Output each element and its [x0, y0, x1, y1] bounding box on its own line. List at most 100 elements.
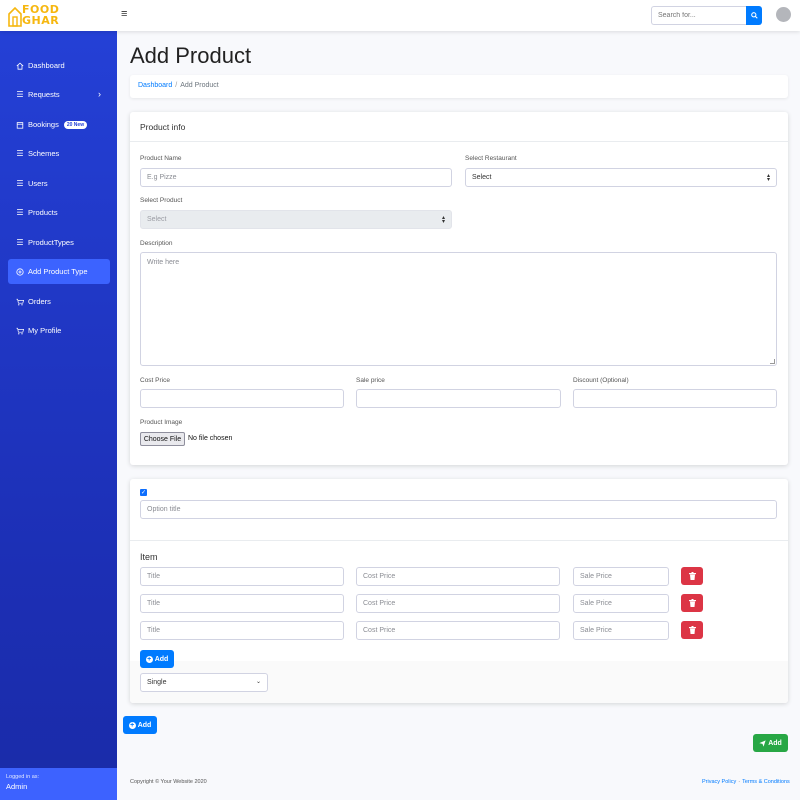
choose-file-button[interactable]: Choose File	[140, 432, 185, 446]
sidebar-item-label: My Profile	[28, 326, 62, 335]
sidebar-item-requests[interactable]: ☰ Requests ›	[8, 82, 110, 107]
product-select-value: Select	[147, 216, 167, 223]
sidebar-item-products[interactable]: ☰ Products	[8, 200, 110, 225]
sidebar-item-orders[interactable]: Orders	[8, 289, 110, 314]
list-icon: ☰	[16, 148, 24, 158]
product-name-label: Product Name	[140, 155, 182, 162]
item-title-input[interactable]: Title	[140, 567, 344, 586]
section-divider	[130, 540, 788, 541]
cost-price-input[interactable]	[140, 389, 344, 408]
resize-handle-icon[interactable]	[770, 359, 775, 364]
sidebar-item-bookings[interactable]: Bookings 20 New	[8, 112, 110, 137]
add-option-button[interactable]: + Add	[123, 716, 157, 734]
item-heading: Item	[140, 552, 158, 562]
product-info-header: Product info	[130, 112, 788, 142]
restaurant-select[interactable]: Select ▴ ▾	[465, 168, 777, 187]
home-icon	[16, 62, 24, 70]
breadcrumb-separator: /	[175, 82, 178, 89]
item-cost-price-input[interactable]: Cost Price	[356, 621, 560, 640]
discount-label: Discount (Optional)	[573, 377, 629, 384]
sale-price-input[interactable]	[356, 389, 561, 408]
list-icon: ☰	[16, 178, 24, 188]
option-title-input[interactable]: Option title	[140, 500, 777, 519]
footer-separator: ·	[738, 779, 741, 785]
select-arrows-icon: ▴ ▾	[441, 215, 445, 225]
chevron-right-icon: ›	[98, 89, 101, 99]
brand-line-2: GHAR	[22, 14, 60, 27]
plus-circle-icon	[16, 267, 24, 276]
list-icon: ☰	[16, 237, 24, 247]
add-option-label: Add	[137, 721, 152, 729]
item-cost-price-input[interactable]: Cost Price	[356, 594, 560, 613]
add-item-button[interactable]: + Add	[140, 650, 174, 668]
list-icon: ☰	[16, 207, 24, 217]
item-cost-price-input[interactable]: Cost Price	[356, 567, 560, 586]
delete-item-button[interactable]	[681, 594, 703, 612]
sidebar-item-label: Orders	[28, 297, 51, 306]
house-logo-icon	[8, 6, 22, 27]
logged-in-panel: Logged in as: Admin	[0, 768, 117, 800]
breadcrumb-dashboard-link[interactable]: Dashboard	[138, 82, 172, 89]
sidebar-item-label: Requests	[28, 90, 60, 99]
brand-name: FOOD GHAR	[22, 4, 59, 26]
description-textarea[interactable]: Write here	[140, 252, 777, 366]
copyright-text: Copyright © Your Website 2020	[130, 779, 207, 785]
cart-icon	[16, 327, 24, 335]
footer-links: Privacy Policy · Terms & Conditions	[702, 779, 790, 785]
logged-in-user: Admin	[6, 782, 28, 791]
breadcrumb: Dashboard / Add Product	[130, 75, 788, 98]
cost-price-label: Cost Price	[140, 377, 170, 384]
sidebar-item-label: ProductTypes	[28, 238, 74, 247]
list-icon: ☰	[16, 89, 24, 99]
sidebar-item-users[interactable]: ☰ Users	[8, 171, 110, 196]
sidebar-item-my-profile[interactable]: My Profile	[8, 318, 110, 343]
privacy-policy-link[interactable]: Privacy Policy	[702, 779, 736, 785]
paper-plane-icon	[759, 739, 766, 747]
search-button[interactable]	[746, 6, 762, 25]
add-item-label: Add	[154, 655, 169, 663]
item-title-input[interactable]: Title	[140, 621, 344, 640]
submit-product-button[interactable]: Add	[753, 734, 788, 752]
item-title-input[interactable]: Title	[140, 594, 344, 613]
discount-input[interactable]	[573, 389, 777, 408]
user-avatar[interactable]	[776, 7, 791, 22]
submit-label: Add	[768, 739, 782, 747]
select-restaurant-label: Select Restaurant	[465, 155, 517, 162]
sidebar-item-label: Products	[28, 208, 58, 217]
new-bookings-badge: 20 New	[63, 120, 88, 129]
sidebar-item-label: Dashboard	[28, 61, 65, 70]
trash-icon	[688, 572, 696, 580]
search-bar	[651, 6, 762, 25]
hamburger-icon[interactable]: ≡	[121, 9, 127, 20]
item-sale-price-input[interactable]: Sale Price	[573, 567, 669, 586]
delete-item-button[interactable]	[681, 567, 703, 585]
description-label: Description	[140, 240, 173, 247]
sidebar-item-add-product-type[interactable]: Add Product Type	[8, 259, 110, 284]
top-navbar: FOOD GHAR ≡	[0, 0, 800, 31]
item-sale-price-input[interactable]: Sale Price	[573, 621, 669, 640]
logged-in-label: Logged in as:	[6, 774, 40, 780]
breadcrumb-current: Add Product	[180, 82, 219, 89]
select-arrows-icon: ▴ ▾	[766, 173, 770, 183]
restaurant-select-value: Select	[472, 174, 492, 181]
terms-link[interactable]: Terms & Conditions	[742, 779, 790, 785]
calendar-icon	[16, 121, 24, 129]
option-checkbox[interactable]: ✓	[140, 489, 147, 496]
delete-item-button[interactable]	[681, 621, 703, 639]
item-sale-price-input[interactable]: Sale Price	[573, 594, 669, 613]
plus-circle-icon: +	[128, 721, 136, 729]
sidebar-item-producttypes[interactable]: ☰ ProductTypes	[8, 230, 110, 255]
brand-logo[interactable]: FOOD GHAR	[8, 3, 64, 29]
product-name-input[interactable]: E.g Pizze	[140, 168, 452, 187]
product-select: Select ▴ ▾	[140, 210, 452, 229]
sidebar-item-dashboard[interactable]: Dashboard	[8, 53, 110, 78]
chevron-down-icon: ⌄	[255, 679, 261, 685]
product-image-label: Product Image	[140, 419, 183, 426]
sidebar-item-schemes[interactable]: ☰ Schemes	[8, 141, 110, 166]
option-type-select[interactable]: Single ⌄	[140, 673, 268, 692]
trash-icon	[688, 599, 696, 607]
cart-icon	[16, 298, 24, 306]
trash-icon	[688, 626, 696, 634]
search-input[interactable]	[651, 6, 746, 25]
option-type-value: Single	[147, 679, 167, 686]
